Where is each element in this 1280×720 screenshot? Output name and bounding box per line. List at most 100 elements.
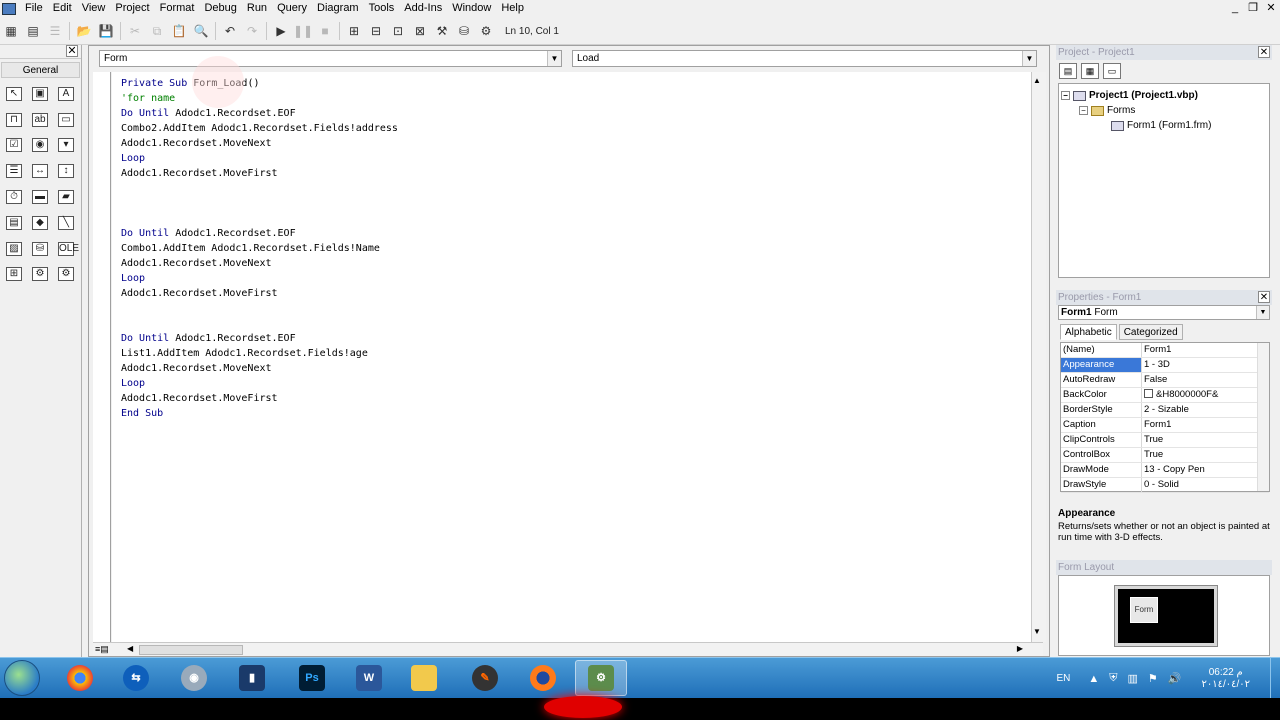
data-tool[interactable]: ⛁ [27,236,53,262]
chevron-down-icon[interactable]: ▼ [547,51,561,66]
taskbar-app-teamviewer[interactable]: ⇆ [110,660,162,696]
frame-tool[interactable]: ⊓ [1,107,27,133]
property-value[interactable]: True [1142,433,1269,447]
flag-icon[interactable]: ⚑ [1148,672,1158,685]
mini-form[interactable]: Form [1130,597,1158,623]
ole-tool[interactable]: OLE [53,236,79,262]
property-value[interactable]: 0 - Solid [1142,478,1269,492]
copy-icon[interactable]: ⧉ [147,21,167,41]
hscrollbar-tool[interactable]: ↔ [27,158,53,184]
menu-run[interactable]: Run [242,0,272,17]
datagrid-tool[interactable]: ⚙ [27,262,53,288]
tree-node-project[interactable]: − Project1 (Project1.vbp) [1061,90,1198,101]
end-icon[interactable]: ■ [315,21,335,41]
taskbar-app-paint[interactable]: ✎ [459,660,511,696]
close-icon[interactable]: ✕ [1258,291,1270,303]
object-selector[interactable]: Form1 Form ▼ [1058,305,1270,320]
combobox-tool[interactable]: ▾ [53,133,79,159]
chevron-down-icon[interactable]: ▼ [1022,51,1036,66]
toggle-folders-icon[interactable]: ▭ [1103,63,1121,79]
filelistbox-tool[interactable]: ▤ [1,210,27,236]
taskbar-app-media-center[interactable]: ◉ [168,660,220,696]
add-form-icon[interactable]: ▤ [23,21,43,41]
menu-help[interactable]: Help [496,0,529,17]
chevron-down-icon[interactable]: ▼ [1256,306,1269,319]
data-view-icon[interactable]: ⛁ [454,21,474,41]
property-value[interactable]: False [1142,373,1269,387]
property-row[interactable]: BackColor &H8000000F& [1061,388,1269,403]
taskbar-app-chrome[interactable] [54,660,106,696]
menu-editor-icon[interactable]: ☰ [45,21,65,41]
property-row[interactable]: (Name) Form1 [1061,343,1269,358]
property-row[interactable]: BorderStyle 2 - Sizable [1061,403,1269,418]
close-button[interactable]: ✕ [1263,1,1279,16]
property-value[interactable]: &H8000000F& [1142,388,1269,402]
property-value[interactable]: True [1142,448,1269,462]
property-row[interactable]: ControlBox True [1061,448,1269,463]
properties-window-icon[interactable]: ⊟ [366,21,386,41]
menu-edit[interactable]: Edit [48,0,77,17]
picturebox-tool[interactable]: ▣ [27,81,53,107]
object-combo[interactable]: Form ▼ [99,50,562,67]
scroll-up-icon[interactable]: ▲ [1033,76,1041,85]
toolbox-icon[interactable]: ⚒ [432,21,452,41]
toolbox-general-tab[interactable]: General [1,62,80,78]
volume-icon[interactable]: 🔊 [1168,672,1182,685]
checkbox-tool[interactable]: ☑ [1,133,27,159]
drivelistbox-tool[interactable]: ▬ [27,184,53,210]
open-icon[interactable]: 📂 [74,21,94,41]
find-icon[interactable]: 🔍 [191,21,211,41]
menu-window[interactable]: Window [447,0,496,17]
tab-alphabetic[interactable]: Alphabetic [1060,324,1117,340]
collapse-icon[interactable]: − [1079,106,1088,115]
procedure-combo[interactable]: Load ▼ [572,50,1037,67]
save-icon[interactable]: 💾 [96,21,116,41]
property-value[interactable]: 2 - Sizable [1142,403,1269,417]
listbox-tool[interactable]: ☰ [1,158,27,184]
start-button[interactable] [4,660,40,696]
code-horizontal-scrollbar[interactable]: ≡▤ ◀ ▶ [93,642,1043,656]
add-project-icon[interactable]: ▦ [1,21,21,41]
redo-icon[interactable]: ↷ [242,21,262,41]
property-row[interactable]: ClipControls True [1061,433,1269,448]
menu-add-ins[interactable]: Add-Ins [399,0,447,17]
timer-tool[interactable]: ⏱ [1,184,27,210]
menu-view[interactable]: View [77,0,111,17]
property-row[interactable]: DrawMode 13 - Copy Pen [1061,463,1269,478]
menu-file[interactable]: File [20,0,48,17]
security-shield-icon[interactable]: ⛨ [1109,672,1117,685]
start-icon[interactable]: ▶ [271,21,291,41]
scroll-left-icon[interactable]: ◀ [127,644,133,653]
toolbox-close-icon[interactable]: ✕ [66,45,78,57]
taskbar-app-photoshop[interactable]: Ps [286,660,338,696]
tab-categorized[interactable]: Categorized [1118,324,1183,340]
collapse-icon[interactable]: − [1061,91,1070,100]
property-row[interactable]: Caption Form1 [1061,418,1269,433]
taskbar-app-vb6[interactable]: ⚙ [575,660,627,696]
form-layout-icon[interactable]: ⊡ [388,21,408,41]
menu-format[interactable]: Format [155,0,200,17]
taskbar-app-firefox[interactable] [517,660,569,696]
commandbutton-tool[interactable]: ▭ [53,107,79,133]
menu-project[interactable]: Project [110,0,154,17]
dirlistbox-tool[interactable]: ▰ [53,184,79,210]
property-row[interactable]: DrawStyle 0 - Solid [1061,478,1269,493]
horizontal-scroll-thumb[interactable] [139,645,243,655]
view-code-icon[interactable]: ▤ [1059,63,1077,79]
close-icon[interactable]: ✕ [1258,46,1270,58]
component-manager-icon[interactable]: ⚙ [476,21,496,41]
tree-node-form1[interactable]: Form1 (Form1.frm) [1111,120,1211,131]
code-vertical-scrollbar[interactable]: ▲ ▼ [1031,72,1046,642]
restore-button[interactable]: ❐ [1245,1,1261,16]
menu-tools[interactable]: Tools [364,0,400,17]
scroll-down-icon[interactable]: ▼ [1033,627,1041,636]
textbox-tool[interactable]: ab [27,107,53,133]
cut-icon[interactable]: ✂ [125,21,145,41]
vscrollbar-tool[interactable]: ↕ [53,158,79,184]
properties-scrollbar[interactable] [1257,343,1269,491]
scroll-right-icon[interactable]: ▶ [1017,644,1023,653]
menu-debug[interactable]: Debug [199,0,241,17]
vb-app-icon[interactable] [2,2,16,15]
project-explorer-icon[interactable]: ⊞ [344,21,364,41]
break-icon[interactable]: ❚❚ [293,21,313,41]
